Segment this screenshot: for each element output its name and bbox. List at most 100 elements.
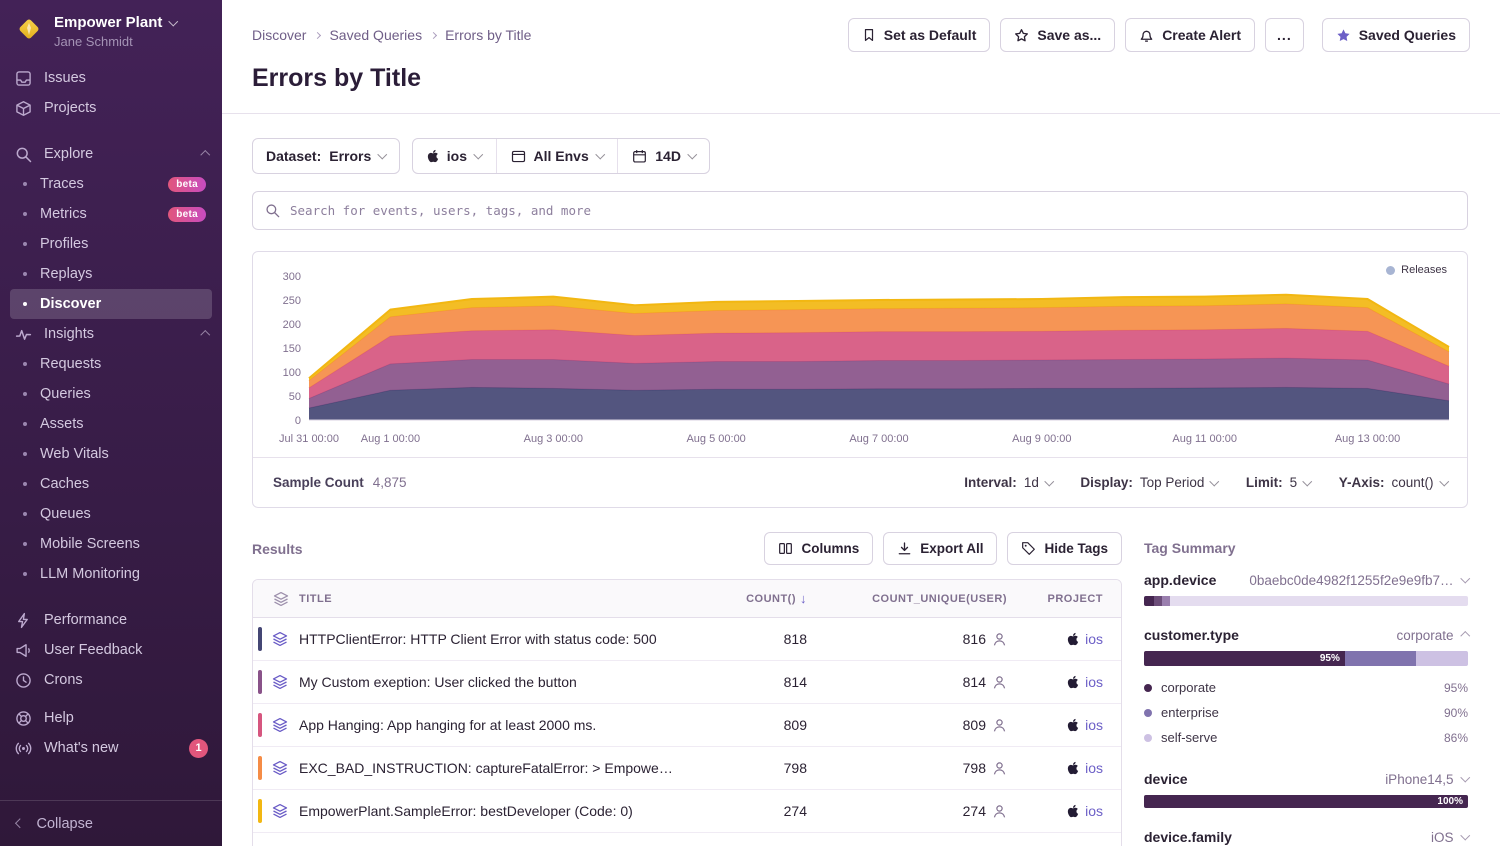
column-count-unique[interactable]: COUNT_UNIQUE(USER) — [809, 593, 1009, 605]
project-link[interactable]: ios — [1085, 717, 1103, 733]
event-title-link[interactable]: HTTPClientError: HTTP Client Error with … — [299, 631, 689, 647]
bullet-icon — [23, 212, 27, 216]
sidebar-item-explore[interactable]: Explore — [0, 139, 222, 169]
bullet-icon — [23, 482, 27, 486]
sidebar-nav: IssuesProjects ExploreTracesbetaMetricsb… — [0, 59, 222, 800]
svg-text:0: 0 — [295, 415, 301, 427]
chart-control-limit[interactable]: Limit:5 — [1246, 475, 1311, 490]
page-header: Discover Saved Queries Errors by Title Set… — [222, 0, 1500, 114]
sidebar-item-queries[interactable]: Queries — [10, 379, 212, 409]
releases-legend[interactable]: Releases — [1386, 264, 1447, 276]
user-icon[interactable] — [992, 675, 1007, 690]
sidebar-item-profiles[interactable]: Profiles — [10, 229, 212, 259]
set-as-default-button[interactable]: Set as Default — [848, 18, 991, 52]
tag-header-customer-type[interactable]: customer.typecorporate — [1144, 627, 1468, 643]
user-icon[interactable] — [992, 804, 1007, 819]
tag-value-row[interactable]: corporate95% — [1144, 675, 1468, 700]
project-link[interactable]: ios — [1085, 760, 1103, 776]
series-color-strip — [258, 713, 262, 737]
sidebar-item-projects[interactable]: Projects — [0, 93, 222, 123]
project-link[interactable]: ios — [1085, 674, 1103, 690]
project-link[interactable]: ios — [1085, 803, 1103, 819]
create-alert-button[interactable]: Create Alert — [1125, 18, 1255, 52]
svg-text:Aug 13 00:00: Aug 13 00:00 — [1335, 433, 1400, 445]
dataset-select[interactable]: Dataset: Errors — [252, 138, 400, 174]
sidebar-item-discover[interactable]: Discover — [10, 289, 212, 319]
sidebar-item-caches[interactable]: Caches — [10, 469, 212, 499]
project-link[interactable]: ios — [1085, 631, 1103, 647]
sidebar: Empower Plant Jane Schmidt IssuesProject… — [0, 0, 222, 846]
table-row[interactable]: App Hanging: App hanging for at least 20… — [253, 704, 1121, 747]
column-project[interactable]: PROJECT — [1009, 593, 1121, 605]
event-title-link[interactable]: App Hanging: App hanging for at least 20… — [299, 717, 689, 733]
stacked-area-chart[interactable]: 050100150200250300Jul 31 00:00Aug 1 00:0… — [263, 260, 1457, 452]
sidebar-item-queues[interactable]: Queues — [10, 499, 212, 529]
sidebar-item-assets[interactable]: Assets — [10, 409, 212, 439]
event-title-link[interactable]: EXC_BAD_INSTRUCTION: captureFatalError: … — [299, 760, 689, 776]
collapse-button[interactable]: Collapse — [0, 800, 222, 846]
table-row[interactable]: EmpowerPlant.SampleError: happyCustomer … — [253, 833, 1121, 846]
results-section: Results Columns Export All Hide Tags — [252, 532, 1122, 846]
column-count[interactable]: COUNT()↓ — [689, 591, 809, 606]
saved-queries-button[interactable]: Saved Queries — [1322, 18, 1470, 52]
discover-chart[interactable]: 050100150200250300Jul 31 00:00Aug 1 00:0… — [263, 260, 1457, 457]
table-row[interactable]: HTTPClientError: HTTP Client Error with … — [253, 618, 1121, 661]
user-icon[interactable] — [992, 718, 1007, 733]
sidebar-item-insights[interactable]: Insights — [0, 319, 222, 349]
count-unique-value: 816 — [809, 631, 1009, 647]
chart-control-display[interactable]: Display:Top Period — [1080, 475, 1218, 490]
sidebar-item-performance[interactable]: Performance — [0, 605, 222, 635]
sidebar-item-requests[interactable]: Requests — [10, 349, 212, 379]
tag-header-device[interactable]: deviceiPhone14,5 — [1144, 771, 1468, 787]
more-options-button[interactable]: ... — [1265, 18, 1304, 52]
sidebar-item-user-feedback[interactable]: User Feedback — [0, 635, 222, 665]
column-title[interactable]: TITLE — [299, 593, 689, 605]
chart-control-interval[interactable]: Interval:1d — [964, 475, 1052, 490]
table-row[interactable]: EmpowerPlant.SampleError: bestDeveloper … — [253, 790, 1121, 833]
chevron-down-icon — [1460, 773, 1469, 782]
tag-header-device-family[interactable]: device.familyiOS — [1144, 829, 1468, 845]
table-row[interactable]: My Custom exeption: User clicked the but… — [253, 661, 1121, 704]
breadcrumb-saved-queries[interactable]: Saved Queries — [329, 27, 422, 43]
breadcrumb-discover[interactable]: Discover — [252, 27, 306, 43]
user-icon[interactable] — [992, 632, 1007, 647]
layers-icon — [272, 803, 288, 819]
sidebar-item-crons[interactable]: Crons — [0, 665, 222, 695]
tag-distribution-bar[interactable]: 95% — [1144, 651, 1468, 666]
sidebar-item-traces[interactable]: Tracesbeta — [10, 169, 212, 199]
table-row[interactable]: EXC_BAD_INSTRUCTION: captureFatalError: … — [253, 747, 1121, 790]
columns-button[interactable]: Columns — [764, 532, 873, 565]
breadcrumb-errors-by-title[interactable]: Errors by Title — [445, 27, 531, 43]
environment-filter[interactable]: All Envs — [496, 139, 618, 173]
svg-text:Aug 11 00:00: Aug 11 00:00 — [1172, 433, 1237, 445]
results-buttons: Columns Export All Hide Tags — [764, 532, 1122, 565]
tag-header-app-device[interactable]: app.device0baebc0de4982f1255f2e9e9fb7… — [1144, 572, 1468, 588]
date-range-filter[interactable]: 14D — [617, 139, 709, 173]
project-filter[interactable]: ios — [413, 139, 496, 173]
org-header[interactable]: Empower Plant Jane Schmidt — [0, 0, 222, 59]
tag-distribution-bar[interactable] — [1144, 596, 1468, 606]
export-all-button[interactable]: Export All — [883, 532, 997, 565]
sidebar-item-help[interactable]: Help — [0, 703, 222, 733]
user-icon[interactable] — [992, 761, 1007, 776]
tag-icon — [1021, 541, 1036, 556]
tag-value-row[interactable]: self-serve86% — [1144, 725, 1468, 750]
count-value: 809 — [689, 717, 809, 733]
search-input[interactable] — [290, 203, 1455, 218]
collapse-label: Collapse — [37, 816, 93, 832]
tag-distribution-bar[interactable]: 100% — [1144, 795, 1468, 808]
chart-control-y-axis[interactable]: Y-Axis:count() — [1339, 475, 1447, 490]
tag-value-row[interactable]: enterprise90% — [1144, 700, 1468, 725]
hide-tags-button[interactable]: Hide Tags — [1007, 532, 1122, 565]
event-title-link[interactable]: My Custom exeption: User clicked the but… — [299, 674, 689, 690]
sidebar-item-issues[interactable]: Issues — [0, 63, 222, 93]
save-as-button[interactable]: Save as... — [1000, 18, 1115, 52]
sidebar-item-what-s-new[interactable]: What's new1 — [0, 733, 222, 763]
sidebar-item-web-vitals[interactable]: Web Vitals — [10, 439, 212, 469]
sidebar-item-mobile-screens[interactable]: Mobile Screens — [10, 529, 212, 559]
sidebar-item-llm-monitoring[interactable]: LLM Monitoring — [10, 559, 212, 589]
chevron-down-icon — [474, 150, 483, 159]
sidebar-item-replays[interactable]: Replays — [10, 259, 212, 289]
sidebar-item-metrics[interactable]: Metricsbeta — [10, 199, 212, 229]
event-title-link[interactable]: EmpowerPlant.SampleError: bestDeveloper … — [299, 803, 689, 819]
